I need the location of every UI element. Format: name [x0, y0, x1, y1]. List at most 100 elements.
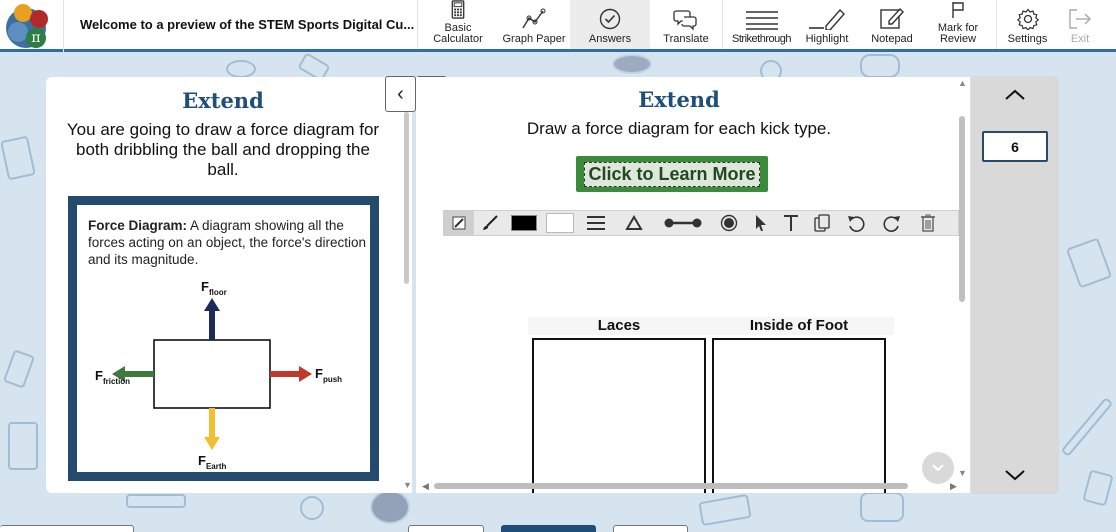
line-width-tool[interactable] — [578, 215, 614, 231]
scroll-right-icon[interactable]: ▶ — [950, 481, 957, 492]
white-swatch — [546, 213, 574, 233]
pencil-icon — [452, 216, 466, 230]
basic-calculator-label: Basic Calculator — [433, 22, 483, 45]
passage-text: You are going to draw a force diagram fo… — [66, 120, 380, 179]
notepad-button[interactable]: Notepad — [854, 0, 930, 49]
line-segment-icon — [664, 218, 702, 228]
exit-label: Exit — [1070, 33, 1090, 45]
undo-icon — [848, 216, 865, 232]
calculator-icon — [451, 0, 465, 19]
cursor-icon — [756, 215, 766, 231]
floor-force-label: F — [201, 279, 209, 294]
friction-force-sub: friction — [103, 377, 130, 386]
notepad-label: Notepad — [871, 33, 913, 45]
undo-tool[interactable] — [838, 214, 874, 232]
answers-button[interactable]: Answers — [570, 0, 650, 49]
chevron-down-icon — [1005, 470, 1025, 481]
bottom-left-button[interactable] — [0, 525, 134, 532]
bottom-button-3[interactable] — [613, 525, 688, 532]
strikethrough-button[interactable]: Strikethrough — [722, 0, 800, 49]
redo-icon — [883, 216, 900, 232]
chevron-left-icon: ‹ — [397, 83, 404, 105]
stroke-color-swatch[interactable] — [506, 215, 542, 231]
gear-icon — [1016, 8, 1039, 30]
redo-tool[interactable] — [874, 214, 910, 232]
stem-sports-logo: π — [0, 0, 64, 52]
answers-label: Answers — [588, 33, 632, 45]
text-tool[interactable] — [776, 214, 806, 232]
circle-tool[interactable] — [712, 214, 746, 232]
force-right-arrowhead — [299, 366, 312, 382]
highlight-button[interactable]: Highlight — [800, 0, 854, 49]
black-swatch — [511, 215, 537, 231]
line-tool[interactable] — [654, 217, 712, 229]
svg-text:Ffloor: Ffloor — [201, 279, 227, 297]
inside-of-foot-drawing-cell[interactable] — [712, 338, 886, 493]
trash-icon — [921, 214, 935, 232]
fill-color-swatch[interactable] — [542, 213, 578, 233]
exit-button[interactable]: Exit — [1058, 0, 1102, 49]
earth-force-sub: Earth — [206, 462, 227, 471]
delete-tool[interactable] — [910, 214, 946, 232]
graph-paper-label: Graph Paper — [502, 33, 566, 45]
force-up-arrowhead — [204, 298, 220, 311]
exit-icon — [1069, 9, 1091, 29]
prev-button[interactable]: ‹ — [385, 76, 416, 112]
chevron-down-icon — [932, 464, 944, 472]
settings-label: Settings — [1007, 33, 1048, 45]
floor-force-sub: floor — [209, 288, 227, 297]
friction-force-label: F — [95, 368, 103, 383]
question-panel: Extend Draw a force diagram for each kic… — [416, 77, 970, 493]
mark-for-review-button[interactable]: Mark for Review — [930, 0, 986, 49]
question-text: Draw a force diagram for each kick type. — [526, 119, 832, 138]
bottom-button-2[interactable] — [501, 525, 596, 532]
next-question-button[interactable] — [1001, 465, 1029, 485]
graph-icon — [522, 8, 546, 29]
translate-button[interactable]: Translate — [650, 0, 722, 49]
push-force-label: F — [315, 366, 323, 381]
question-heading: Extend — [638, 87, 720, 112]
passage-scroll-down-icon[interactable]: ▼ — [403, 480, 412, 490]
scroll-to-bottom-button[interactable] — [922, 452, 954, 484]
question-number-badge[interactable]: 6 — [982, 131, 1048, 162]
triangle-tool[interactable] — [614, 215, 654, 231]
basic-calculator-button[interactable]: Basic Calculator — [418, 0, 498, 49]
notepad-icon — [880, 7, 904, 29]
passage-heading: Extend — [182, 88, 264, 113]
pencil-tool[interactable] — [444, 211, 474, 235]
force-down-arrowhead — [204, 437, 220, 450]
question-horizontal-scrollbar[interactable]: ◀ ▶ — [422, 481, 957, 492]
select-tool[interactable] — [746, 214, 776, 232]
page-title: Welcome to a preview of the STEM Sports … — [64, 0, 418, 49]
graph-paper-button[interactable]: Graph Paper — [498, 0, 570, 49]
text-icon — [784, 215, 798, 231]
brush-tool[interactable] — [474, 215, 506, 231]
bottom-button-1[interactable] — [408, 525, 484, 532]
question-vertical-scrollbar[interactable] — [959, 116, 965, 302]
earth-force-label: F — [198, 453, 206, 468]
translate-icon — [673, 10, 697, 30]
circle-icon — [720, 214, 738, 232]
passage-panel: Extend You are going to draw a force dia… — [46, 77, 412, 493]
check-circle-icon — [599, 8, 621, 30]
highlight-label: Highlight — [805, 33, 849, 45]
learn-more-label: Click to Learn More — [584, 161, 760, 187]
copy-tool[interactable] — [806, 214, 838, 232]
force-diagram: Ffloor Ffriction Fpush FEarth — [95, 279, 342, 471]
question-scroll-down-icon[interactable]: ▼ — [958, 468, 967, 478]
drawing-toolbar — [443, 210, 959, 236]
question-scroll-up-icon[interactable]: ▲ — [958, 78, 967, 88]
strikethrough-label: Strikethrough — [732, 33, 791, 45]
highlighter-icon — [809, 8, 845, 30]
laces-drawing-cell[interactable] — [532, 338, 706, 493]
learn-more-button[interactable]: Click to Learn More — [576, 156, 768, 192]
previous-question-button[interactable] — [1001, 85, 1029, 105]
passage-scrollbar[interactable] — [404, 112, 409, 284]
settings-button[interactable]: Settings — [996, 0, 1058, 49]
mark-for-review-label: Mark for Review — [937, 22, 979, 45]
strikethrough-icon — [745, 11, 778, 30]
translate-label: Translate — [663, 33, 709, 45]
laces-header: Laces — [597, 317, 641, 334]
scroll-left-icon[interactable]: ◀ — [422, 481, 429, 492]
horizontal-scroll-thumb[interactable] — [434, 483, 908, 489]
